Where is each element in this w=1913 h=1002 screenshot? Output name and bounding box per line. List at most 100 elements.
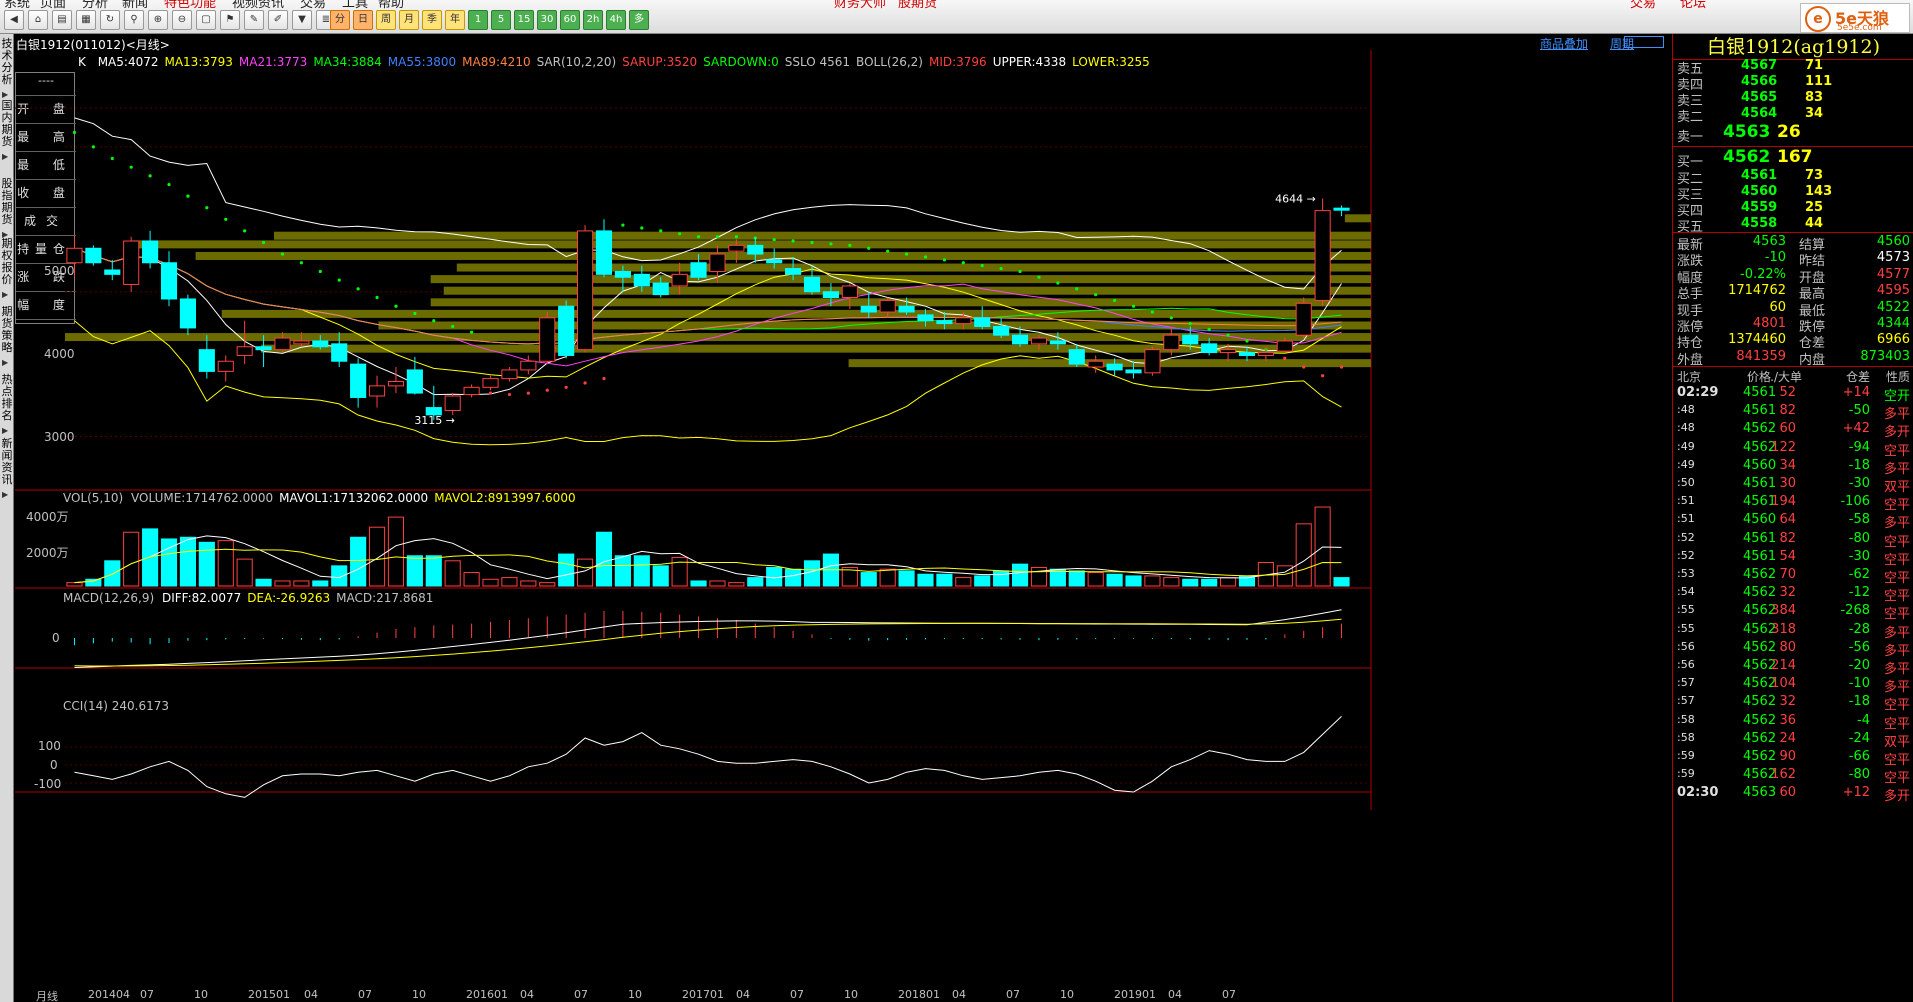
left-tab-4[interactable]: 期货策略 — [0, 306, 14, 354]
sar-dot-23 — [507, 392, 512, 397]
period-button-9[interactable]: 30 — [537, 10, 557, 30]
back-icon[interactable]: ◀ — [4, 10, 24, 30]
tick-price: 4560 — [1743, 457, 1777, 473]
tick-chg: -4 — [1857, 712, 1870, 728]
ask-price: 4564 — [1741, 106, 1778, 121]
refresh-icon[interactable]: ↻ — [100, 10, 120, 30]
tick-time: :58 — [1677, 712, 1695, 726]
volume-bar-34 — [709, 580, 726, 587]
tick-chg: -30 — [1848, 476, 1870, 491]
home-icon[interactable]: ⌂ — [28, 10, 48, 30]
sar-dot-27 — [583, 381, 587, 385]
period-button-3[interactable]: 月 — [399, 10, 419, 30]
x-label-5: 04 — [304, 988, 318, 1001]
left-tab-2[interactable]: 股指期货 — [0, 178, 14, 226]
bid-row-5[interactable]: 买五 4558 44 — [1673, 216, 1913, 236]
chart-window-buttons[interactable] — [1624, 36, 1664, 48]
period-button-13[interactable]: 多 — [629, 10, 649, 30]
sar-dot-4 — [148, 174, 152, 178]
sar-dot-6 — [186, 194, 190, 198]
ask-row-1[interactable]: 卖一 4563 26 — [1673, 122, 1913, 148]
x-label-0: 月线 — [36, 990, 58, 1002]
period-button-6[interactable]: 1 — [468, 10, 488, 30]
left-tab-0[interactable]: 技术分析 — [0, 38, 14, 86]
period-button-4[interactable]: 季 — [422, 10, 442, 30]
period-button-0[interactable]: 分 — [330, 10, 350, 30]
left-tab-5[interactable]: 热点排名 — [0, 374, 14, 422]
volume-bar-48 — [974, 575, 991, 587]
cci-y-neg100: -100 — [34, 777, 62, 791]
quote-value-left: 1374460 — [1728, 332, 1786, 348]
volume-bar-42 — [860, 572, 877, 587]
period-button-2[interactable]: 周 — [376, 10, 396, 30]
brand-logo[interactable]: e 5e天狼 5e5e.com — [1800, 3, 1910, 33]
news-icon[interactable]: ▤ — [52, 10, 72, 30]
period-button-1[interactable]: 日 — [353, 10, 373, 30]
ticks-header-vol: ./大单 — [1770, 370, 1802, 384]
zoom-in-icon[interactable]: ⊕ — [148, 10, 168, 30]
ticks-separator — [1673, 366, 1913, 367]
sar-dot-52 — [1056, 281, 1060, 285]
x-label-10: 07 — [574, 988, 588, 1001]
volume-bar-2 — [104, 560, 121, 587]
x-label-18: 07 — [1006, 988, 1020, 1001]
volume-bar-61 — [1220, 577, 1237, 587]
ask1-label: 卖一 — [1677, 130, 1704, 145]
tick-vol: 34 — [1779, 457, 1796, 473]
candle-body-36 — [747, 244, 764, 255]
sar-dot-25 — [545, 388, 549, 392]
volume-bar-46 — [936, 573, 953, 587]
candle-body-38 — [785, 268, 802, 275]
tick-nature: 空平 — [1883, 498, 1910, 514]
volume-bar-39 — [803, 560, 821, 587]
period-button-10[interactable]: 60 — [560, 10, 580, 30]
top-right-button-1[interactable]: 论坛 — [1680, 0, 1706, 11]
volume-bar-6 — [179, 536, 196, 587]
sar-dot-39 — [810, 240, 814, 245]
candle-body-67 — [1333, 207, 1350, 211]
period-button-5[interactable]: 年 — [445, 10, 465, 30]
chart-icon[interactable]: ▦ — [76, 10, 96, 30]
cci-line — [74, 716, 1342, 798]
period-button-7[interactable]: 5 — [491, 10, 511, 30]
sar-dot-49 — [999, 266, 1003, 271]
search-icon[interactable]: ⚲ — [124, 10, 144, 30]
period-button-11[interactable]: 2h — [583, 10, 603, 30]
quote-value-left: 4563 — [1752, 234, 1786, 249]
left-tab-1[interactable]: 国内期货 — [0, 100, 14, 148]
left-tab-6[interactable]: 新闻资讯 — [0, 438, 14, 486]
tick-nature: 多平 — [1883, 662, 1910, 677]
candle-body-16 — [368, 385, 386, 397]
ruler-icon[interactable]: ✎ — [244, 10, 264, 30]
tick-chg: -24 — [1848, 730, 1870, 746]
sar-dot-9 — [243, 229, 247, 233]
menu-item-10[interactable]: 股期货 — [898, 0, 937, 11]
top-right-button-0[interactable]: 交易 — [1630, 0, 1656, 11]
window-icon[interactable]: ▢ — [196, 10, 216, 30]
tick-vol: 82 — [1779, 403, 1796, 419]
tick-nature: 多平 — [1883, 461, 1910, 477]
contract-title[interactable]: 白银1912(ag1912) — [1673, 34, 1913, 60]
filter-icon[interactable]: ▼ — [292, 10, 312, 30]
period-button-8[interactable]: 15 — [514, 10, 534, 30]
left-tab-arrow-3: ▶ — [2, 290, 9, 299]
period-button-12[interactable]: 4h — [606, 10, 626, 30]
candle-body-43 — [879, 299, 896, 313]
candle-body-3 — [123, 240, 140, 285]
ask-vol: 83 — [1805, 90, 1824, 105]
tick-nature: 空平 — [1883, 753, 1910, 768]
sar-dot-44 — [904, 252, 909, 256]
left-tab-3[interactable]: 期权报价 — [0, 238, 14, 286]
main-chart[interactable]: 4644 → 3115 → — [15, 50, 1671, 990]
candle-body-23 — [501, 369, 518, 380]
candle-body-25 — [539, 317, 556, 362]
ask-vol: 71 — [1805, 58, 1824, 73]
quote-value-left: 60 — [1769, 299, 1786, 315]
tick-time: :57 — [1677, 694, 1695, 708]
tick-row-22: 02:30 4563 60 +12 多开 — [1673, 785, 1913, 807]
pen-icon[interactable]: ✐ — [268, 10, 288, 30]
flag-icon[interactable]: ⚑ — [220, 10, 240, 30]
ask-price: 4566 — [1741, 74, 1778, 89]
zoom-out-icon[interactable]: ⊖ — [172, 10, 192, 30]
menu-item-9[interactable]: 财务大师 — [834, 0, 886, 11]
